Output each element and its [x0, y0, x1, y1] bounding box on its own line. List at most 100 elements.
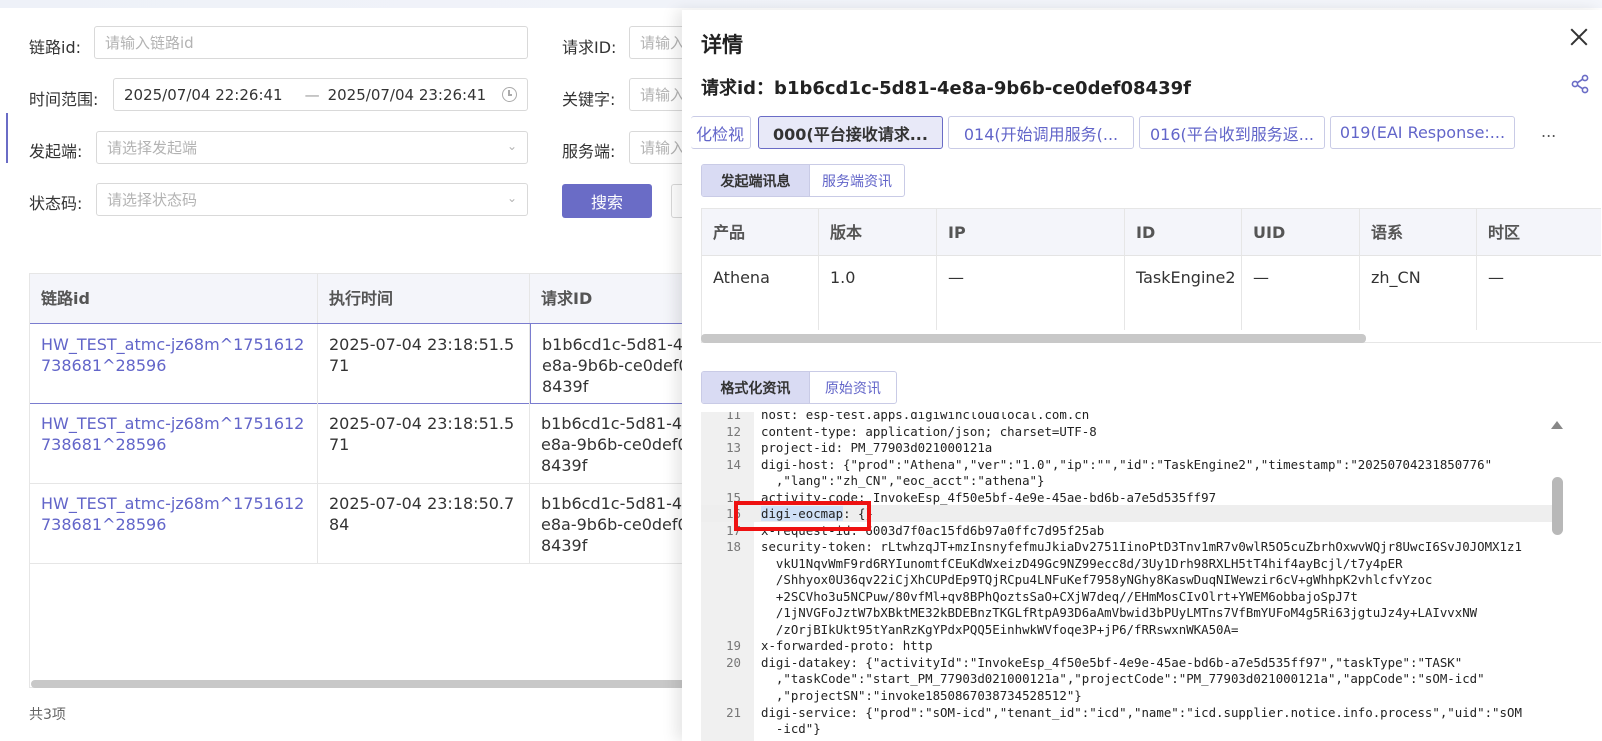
- chevron-down-icon: ⌄: [506, 191, 517, 205]
- info-header: 时区: [1477, 209, 1601, 256]
- top-strip: [0, 0, 1602, 8]
- step-tab-active[interactable]: 000(平台接收请求...: [758, 116, 943, 149]
- request-id-cell: b1b6cd1c-5d81-4e8a-9b6b-ce0def08439f: [541, 494, 688, 555]
- drawer-request-id: 请求id：b1b6cd1c-5d81-4e8a-9b6b-ce0def08439…: [701, 78, 1191, 99]
- code-line: 14 digi-host: {"prod":"Athena","ver":"1.0…: [726, 457, 1493, 472]
- info-header: IP: [937, 209, 1125, 256]
- info-header: ID: [1125, 209, 1242, 256]
- table-row[interactable]: HW_TEST_atmc-jz68m^1751612738681^28596 2…: [30, 403, 689, 484]
- step-tab[interactable]: 019(EAI Response:...: [1330, 116, 1515, 149]
- result-table: 链路id 执行时间 请求ID HW_TEST_atmc-jz68m^175161…: [29, 273, 689, 688]
- server-input[interactable]: 请输入: [629, 131, 689, 164]
- exec-time-cell: 2025-07-04 23:18:51.571: [318, 324, 530, 403]
- search-button[interactable]: 搜索: [562, 184, 652, 218]
- date-separator: —: [304, 85, 320, 104]
- side-marker: [6, 113, 8, 163]
- step-tab[interactable]: 016(平台收到服务返...: [1139, 116, 1325, 149]
- tab-initiator-info[interactable]: 发起端讯息: [702, 165, 810, 196]
- scroll-up-arrow-icon[interactable]: [1551, 421, 1563, 429]
- code-line: 21 digi-service: {"prod":"sOM-icd","tenan…: [726, 705, 1522, 720]
- keyword-placeholder: 请输入: [640, 86, 686, 104]
- initiator-label: 发起端:: [29, 142, 83, 161]
- code-line: +2SCVho3u5NCPuw/80vfMl+qv8BPhQoztsSaO+CX…: [761, 589, 1358, 604]
- trace-id-placeholder: 请输入链路id: [105, 34, 194, 52]
- server-placeholder: 请输入: [640, 139, 686, 157]
- table-header: 链路id 执行时间 请求ID: [30, 274, 689, 324]
- share-icon[interactable]: [1570, 74, 1590, 94]
- info-header: 语系: [1360, 209, 1477, 256]
- info-value: 1.0: [819, 256, 937, 330]
- code-line: /Shhyox0U36qv22iCjXhCUPdEp9TQjRCpu4LNFuK…: [761, 572, 1433, 587]
- info-table-scrollbar[interactable]: [701, 334, 1366, 343]
- request-id-cell: b1b6cd1c-5d81-4e8a-9b6b-ce0def08439f: [530, 324, 689, 403]
- request-id-label: 请求ID:: [562, 38, 617, 57]
- trace-id-link[interactable]: HW_TEST_atmc-jz68m^1751612738681^28596: [30, 324, 318, 403]
- server-label: 服务端:: [562, 142, 616, 161]
- initiator-select[interactable]: 请选择发起端 ⌄: [96, 131, 528, 164]
- annotation-highlight-box: [734, 501, 871, 531]
- status-code-placeholder: 请选择状态码: [107, 191, 198, 209]
- trace-id-link[interactable]: HW_TEST_atmc-jz68m^1751612738681^28596: [30, 483, 318, 563]
- info-value: —: [1488, 268, 1504, 287]
- code-line: ,"taskCode":"start_PM_77903d021000121a",…: [761, 671, 1485, 686]
- exec-time-cell: 2025-07-04 23:18:50.784: [318, 483, 530, 563]
- total-count: 共3项: [29, 707, 66, 723]
- code-viewer[interactable]: 11 host: esp-test.apps.digiwincloudlocal.…: [701, 412, 1556, 741]
- code-line: /zOrjBIkUkt95tYanRzKgYPdxPQQ5EinhwkWVfoq…: [761, 622, 1239, 637]
- info-table: 产品 版本 IP ID UID 语系 时区 Athena 1.0 — TaskE…: [701, 208, 1601, 343]
- end-date[interactable]: 2025/07/04 23:26:41: [328, 86, 487, 104]
- chevron-down-icon: ⌄: [506, 139, 517, 153]
- code-vertical-scrollbar[interactable]: [1552, 477, 1563, 535]
- start-date[interactable]: 2025/07/04 22:26:41: [124, 86, 283, 104]
- step-tabs: 化检视 000(平台接收请求... 014(开始调用服务(... 016(平台收…: [691, 116, 1581, 150]
- col-exec-time[interactable]: 执行时间: [318, 274, 530, 324]
- info-value: zh_CN: [1360, 256, 1477, 330]
- info-value: —: [937, 256, 1125, 330]
- close-icon[interactable]: [1566, 24, 1592, 50]
- info-value: —: [1242, 256, 1360, 330]
- trace-id-label: 链路id:: [29, 38, 81, 57]
- trace-id-input[interactable]: 请输入链路id: [94, 26, 528, 59]
- code-line: /1jNVGFoJztW7bXBktME32kBDEBnzTKGLfRtpA93…: [761, 605, 1478, 620]
- request-id-cell: b1b6cd1c-5d81-4e8a-9b6b-ce0def08439f: [541, 414, 688, 475]
- code-line: vkU1NqvWmF9rd6RYIunomtfCEuKdWxeizD49Gc9N…: [761, 556, 1403, 571]
- code-line: ,"lang":"zh_CN","eoc_acct":"athena"}: [761, 473, 1045, 488]
- table-row[interactable]: HW_TEST_atmc-jz68m^1751612738681^28596 2…: [30, 323, 689, 404]
- exec-time-cell: 2025-07-04 23:18:51.571: [318, 403, 530, 483]
- col-trace-id[interactable]: 链路id: [30, 274, 318, 324]
- tab-server-info[interactable]: 服务端资讯: [810, 165, 904, 196]
- drawer-title: 详情: [701, 33, 743, 57]
- tab-raw-info[interactable]: 原始资讯: [810, 372, 896, 403]
- status-code-select[interactable]: 请选择状态码 ⌄: [96, 183, 528, 216]
- col-request-id[interactable]: 请求ID: [530, 274, 689, 324]
- table-row[interactable]: HW_TEST_atmc-jz68m^1751612738681^28596 2…: [30, 483, 689, 564]
- format-tabs: 格式化资讯 原始资讯: [701, 371, 897, 404]
- info-value: Athena: [702, 256, 819, 330]
- keyword-label: 关键字:: [562, 90, 616, 109]
- time-range-picker[interactable]: 2025/07/04 22:26:41 — 2025/07/04 23:26:4…: [113, 78, 528, 111]
- status-code-label: 状态码:: [29, 194, 83, 213]
- code-line: 12 content-type: application/json; charse…: [726, 424, 1097, 439]
- info-tabs: 发起端讯息 服务端资讯: [701, 164, 905, 197]
- info-value: TaskEngine2: [1125, 256, 1242, 330]
- steps-more[interactable]: ...: [1541, 122, 1556, 141]
- keyword-input[interactable]: 请输入: [629, 78, 689, 111]
- code-line: 19 x-forwarded-proto: http: [726, 638, 933, 653]
- code-line: 11 host: esp-test.apps.digiwincloudlocal.…: [726, 412, 1090, 422]
- tab-formatted-info[interactable]: 格式化资讯: [702, 372, 810, 403]
- step-tab[interactable]: 014(开始调用服务(...: [948, 116, 1134, 149]
- clock-icon: [502, 87, 517, 102]
- time-range-label: 时间范围:: [29, 90, 99, 109]
- code-line: ,"projectSN":"invoke1850867038734528512"…: [761, 688, 1082, 703]
- code-line: 20 digi-datakey: {"activityId":"InvokeEsp…: [726, 655, 1463, 670]
- trace-id-link[interactable]: HW_TEST_atmc-jz68m^1751612738681^28596: [30, 403, 318, 483]
- code-line: 13 project-id: PM_77903d021000121a: [726, 440, 993, 455]
- info-header: 产品: [702, 209, 819, 256]
- request-id-placeholder: 请输入: [640, 34, 686, 52]
- request-id-input[interactable]: 请输入: [629, 26, 689, 59]
- step-tab[interactable]: 化检视: [691, 116, 751, 149]
- table-horizontal-scrollbar[interactable]: [31, 680, 691, 688]
- detail-drawer: 详情 请求id：b1b6cd1c-5d81-4e8a-9b6b-ce0def08…: [682, 10, 1602, 741]
- info-header: UID: [1242, 209, 1360, 256]
- info-header: 版本: [819, 209, 937, 256]
